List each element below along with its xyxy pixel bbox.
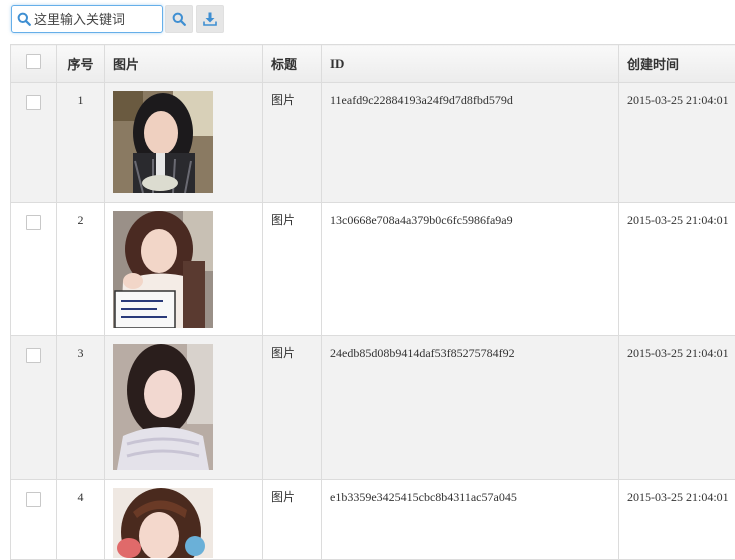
row-created: 2015-03-25 21:04:01 (619, 336, 735, 480)
row-id: e1b3359e3425415cbc8b4311ac57a045 (322, 480, 619, 560)
data-table: 序号 图片 标题 ID 创建时间 1 (10, 44, 735, 560)
row-id: 11eafd9c22884193a24f9d7d8fbd579d (322, 83, 619, 203)
row-created: 2015-03-25 21:04:01 (619, 203, 735, 336)
select-all-checkbox[interactable] (26, 54, 41, 69)
row-title: 图片 (263, 83, 322, 203)
portrait-4[interactable] (113, 488, 213, 558)
header-image[interactable]: 图片 (105, 45, 263, 83)
table-row[interactable]: 3 图片 24edb85d08b9414daf53f85275784f92 20… (11, 336, 735, 480)
select-all-cell (11, 45, 57, 83)
table-row[interactable]: 4 图片 e1b3359e3425415cbc8b4311ac57a045 20… (11, 480, 735, 560)
download-icon (203, 12, 217, 26)
row-select-cell (11, 83, 57, 203)
row-image-cell (105, 336, 263, 480)
search-input[interactable] (34, 9, 160, 29)
download-button[interactable] (196, 5, 224, 33)
row-id: 24edb85d08b9414daf53f85275784f92 (322, 336, 619, 480)
row-image-cell (105, 480, 263, 560)
header-id[interactable]: ID (322, 45, 619, 83)
row-select-cell (11, 480, 57, 560)
row-number: 2 (57, 203, 105, 336)
portrait-1[interactable] (113, 91, 213, 193)
row-image-cell (105, 203, 263, 336)
row-number: 1 (57, 83, 105, 203)
row-checkbox[interactable] (26, 492, 41, 507)
row-select-cell (11, 336, 57, 480)
table-row[interactable]: 1 图片 11eafd9c22884193a24f9d7d8fbd579d 20… (11, 83, 735, 203)
row-title: 图片 (263, 336, 322, 480)
row-checkbox[interactable] (26, 348, 41, 363)
search-icon (17, 12, 31, 26)
row-title: 图片 (263, 480, 322, 560)
row-id: 13c0668e708a4a379b0c6fc5986fa9a9 (322, 203, 619, 336)
row-created: 2015-03-25 21:04:01 (619, 480, 735, 560)
toolbar (0, 0, 735, 44)
portrait-3[interactable] (113, 344, 213, 470)
row-checkbox[interactable] (26, 215, 41, 230)
row-created: 2015-03-25 21:04:01 (619, 83, 735, 203)
header-no[interactable]: 序号 (57, 45, 105, 83)
portrait-2[interactable] (113, 211, 213, 328)
header-title[interactable]: 标题 (263, 45, 322, 83)
table-header-row: 序号 图片 标题 ID 创建时间 (11, 45, 735, 83)
row-title: 图片 (263, 203, 322, 336)
row-checkbox[interactable] (26, 95, 41, 110)
search-box[interactable] (11, 5, 163, 33)
table-row[interactable]: 2 图片 13c0668e708a4a379b0c6fc5986fa9a9 20… (11, 203, 735, 336)
header-created[interactable]: 创建时间 (619, 45, 735, 83)
search-icon (172, 12, 186, 26)
row-number: 3 (57, 336, 105, 480)
row-select-cell (11, 203, 57, 336)
row-number: 4 (57, 480, 105, 560)
row-image-cell (105, 83, 263, 203)
search-button[interactable] (165, 5, 193, 33)
